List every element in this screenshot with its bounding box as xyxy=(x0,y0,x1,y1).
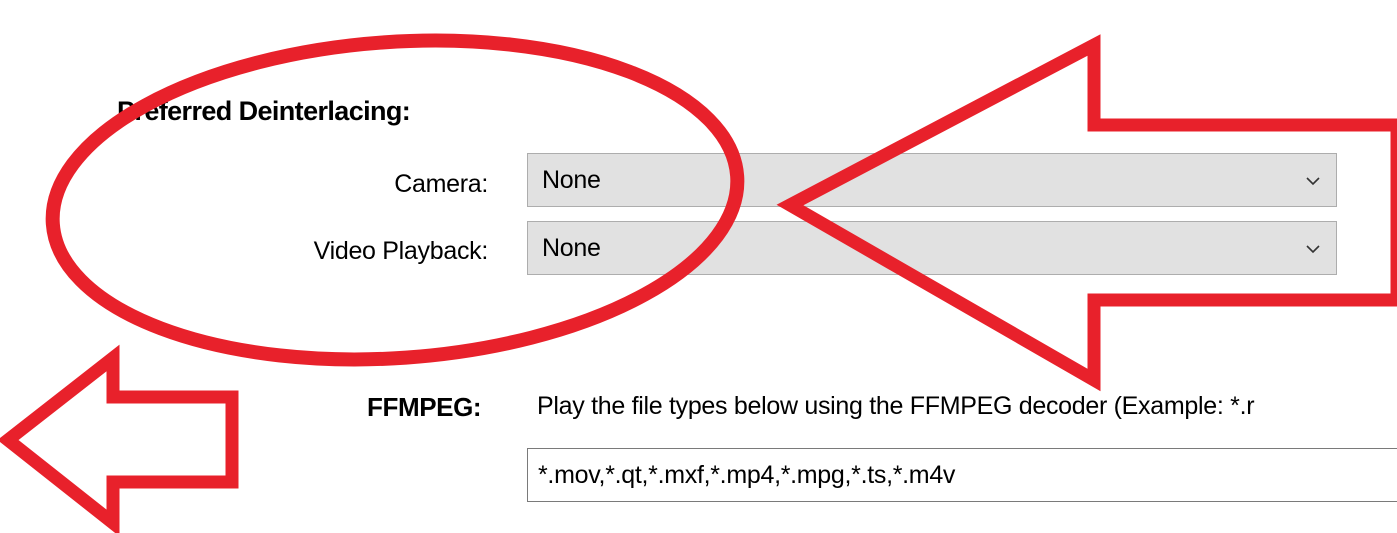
chevron-down-icon xyxy=(1306,177,1320,186)
annotation-arrow-right xyxy=(776,34,1397,392)
camera-dropdown[interactable]: None xyxy=(527,153,1337,207)
video-playback-dropdown-value: None xyxy=(542,234,601,262)
video-playback-dropdown[interactable]: None xyxy=(527,221,1337,275)
ffmpeg-file-types-value: *.mov,*.qt,*.mxf,*.mp4,*.mpg,*.ts,*.m4v xyxy=(538,461,956,489)
camera-dropdown-value: None xyxy=(542,166,601,194)
camera-label: Camera: xyxy=(394,170,488,198)
ffmpeg-description: Play the file types below using the FFMP… xyxy=(537,392,1255,420)
ffmpeg-file-types-input[interactable]: *.mov,*.qt,*.mxf,*.mp4,*.mpg,*.ts,*.m4v xyxy=(527,448,1397,502)
section-title: Preferred Deinterlacing: xyxy=(117,96,411,126)
chevron-down-icon xyxy=(1306,245,1320,254)
video-playback-label: Video Playback: xyxy=(313,237,489,265)
annotation-arrow-left xyxy=(0,344,239,533)
ffmpeg-label: FFMPEG: xyxy=(367,392,482,422)
